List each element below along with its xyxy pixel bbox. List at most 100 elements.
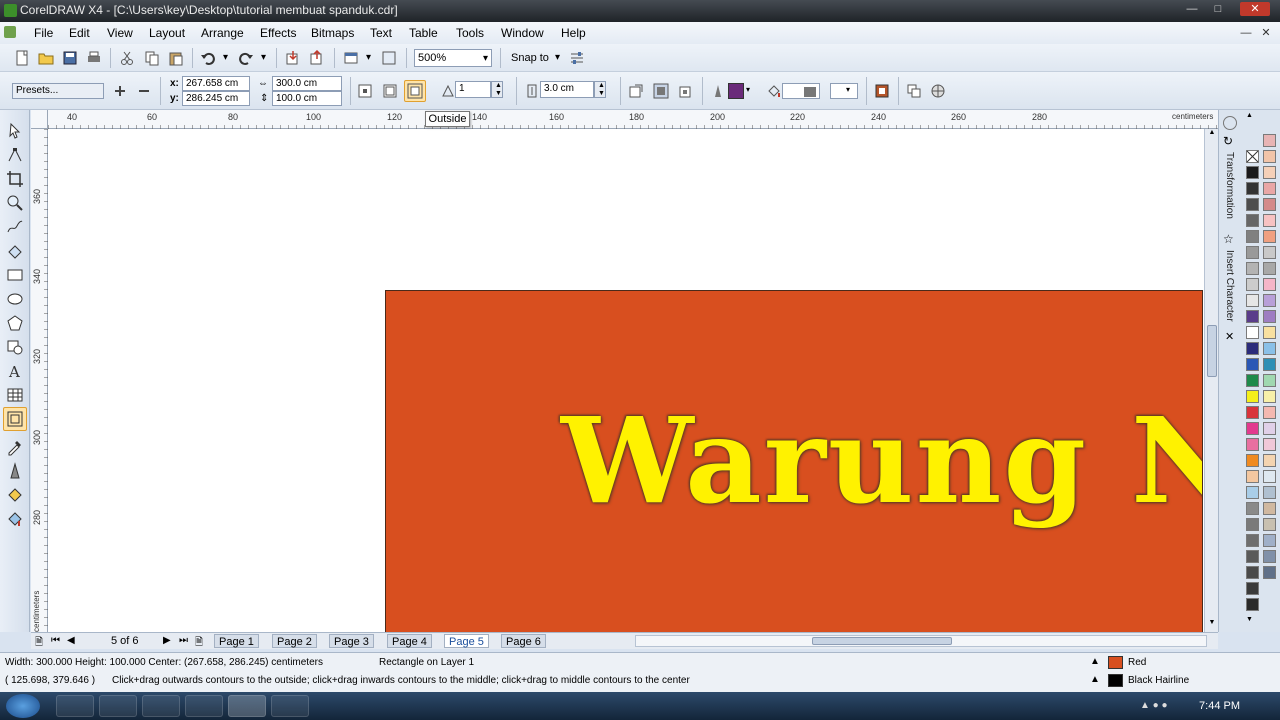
horizontal-ruler[interactable]: 40 60 80 100 120 140 160 180 200 220 240…: [48, 110, 1218, 129]
color-swatch[interactable]: [1246, 550, 1259, 563]
ellipse-tool-icon[interactable]: [6, 290, 24, 308]
color-swatch[interactable]: [1246, 294, 1259, 307]
color-swatch[interactable]: [1246, 422, 1259, 435]
color-swatch[interactable]: [1246, 278, 1259, 291]
width-input[interactable]: 300.0 cm: [272, 76, 342, 91]
previous-page-icon[interactable]: ◀: [67, 635, 75, 646]
color-swatch[interactable]: [1263, 230, 1276, 243]
ruler-corner[interactable]: [31, 110, 48, 129]
clear-contour-icon[interactable]: [906, 83, 922, 99]
fill-status-swatch[interactable]: [1108, 656, 1123, 669]
redo-dropdown-icon[interactable]: ▾: [261, 52, 266, 63]
y-position-input[interactable]: 286.245 cm: [182, 91, 250, 106]
menu-table[interactable]: Table: [409, 26, 438, 40]
color-swatch[interactable]: [1263, 214, 1276, 227]
application-launcher-icon[interactable]: [343, 50, 359, 66]
snap-dropdown-icon[interactable]: ▾: [555, 52, 560, 63]
offset-spinner[interactable]: ▲ ▼: [594, 81, 606, 98]
palette-scroll-down-icon[interactable]: ▼: [1246, 616, 1253, 623]
color-swatch[interactable]: [1246, 534, 1259, 547]
x-position-input[interactable]: 267.658 cm: [182, 76, 250, 91]
taskbar-coreldraw[interactable]: [228, 695, 266, 717]
maximize-icon[interactable]: □: [1208, 2, 1228, 16]
menu-arrange[interactable]: Arrange: [201, 26, 244, 40]
color-swatch[interactable]: [1246, 438, 1259, 451]
color-swatch[interactable]: [1263, 150, 1276, 163]
paste-icon[interactable]: [168, 50, 184, 66]
menu-effects[interactable]: Effects: [260, 26, 296, 40]
menu-layout[interactable]: Layout: [149, 26, 185, 40]
taskbar-app-4[interactable]: [185, 695, 223, 717]
color-swatch[interactable]: [1263, 310, 1276, 323]
menu-bitmaps[interactable]: Bitmaps: [311, 26, 354, 40]
basic-shapes-tool-icon[interactable]: [6, 338, 24, 356]
vertical-ruler[interactable]: 360 340 320 300 280 centimeters: [31, 129, 48, 632]
outline-tool-icon[interactable]: [6, 462, 24, 480]
tab-insert-character[interactable]: Insert Character: [1224, 250, 1235, 322]
page-tab-5[interactable]: Page 5: [444, 634, 489, 648]
color-swatch[interactable]: [1246, 326, 1259, 339]
color-swatch[interactable]: [1263, 502, 1276, 515]
tray-icons[interactable]: ▲ ● ●: [1140, 700, 1168, 711]
scroll-up-icon[interactable]: ▲: [1207, 129, 1217, 139]
color-swatch[interactable]: [1246, 390, 1259, 403]
zoom-level-select[interactable]: 500%: [414, 49, 492, 67]
color-swatch[interactable]: [1263, 518, 1276, 531]
undo-icon[interactable]: [200, 50, 216, 66]
color-swatch[interactable]: [1246, 198, 1259, 211]
inside-icon[interactable]: [382, 83, 398, 99]
fill-color-picker-icon[interactable]: [802, 83, 818, 99]
banner-rectangle[interactable]: Warung N: [385, 290, 1203, 632]
taskbar-app-1[interactable]: [56, 695, 94, 717]
color-swatch[interactable]: [1246, 598, 1259, 611]
taskbar-browser[interactable]: [142, 695, 180, 717]
color-swatch[interactable]: [1246, 166, 1259, 179]
interactive-tool-button[interactable]: [3, 407, 27, 431]
insert-character-icon[interactable]: ☆: [1223, 232, 1237, 246]
clock[interactable]: 7:44 PM: [1199, 700, 1240, 712]
zoom-tool-icon[interactable]: [6, 194, 24, 212]
doc-close-icon[interactable]: ✕: [1256, 26, 1276, 40]
horizontal-scroll-thumb[interactable]: [812, 637, 952, 645]
color-swatch[interactable]: [1263, 262, 1276, 275]
color-swatch[interactable]: [1246, 358, 1259, 371]
remove-preset-icon[interactable]: [136, 83, 152, 99]
color-swatch[interactable]: [1246, 230, 1259, 243]
new-document-icon[interactable]: [14, 50, 30, 66]
color-swatch[interactable]: [1263, 454, 1276, 467]
pick-tool-icon[interactable]: [6, 122, 24, 140]
options-icon[interactable]: [569, 50, 585, 66]
color-swatch[interactable]: [1246, 374, 1259, 387]
doc-minimize-icon[interactable]: —: [1236, 26, 1256, 40]
color-swatch[interactable]: [1246, 566, 1259, 579]
color-swatch[interactable]: [1263, 566, 1276, 579]
smart-fill-tool-icon[interactable]: [6, 242, 24, 260]
vertical-scrollbar[interactable]: ▲ ▼: [1204, 129, 1218, 632]
drawing-canvas[interactable]: Warung N: [48, 129, 1204, 632]
interactive-fill-tool-icon[interactable]: [6, 510, 24, 528]
color-swatch[interactable]: [1263, 390, 1276, 403]
color-swatch[interactable]: [1263, 438, 1276, 451]
minimize-icon[interactable]: —: [1182, 2, 1202, 16]
presets-select[interactable]: Presets...: [12, 83, 104, 99]
add-preset-icon[interactable]: [112, 83, 128, 99]
menu-text[interactable]: Text: [370, 26, 392, 40]
menu-view[interactable]: View: [107, 26, 133, 40]
web-settings-icon[interactable]: [930, 83, 946, 99]
outside-button[interactable]: [404, 80, 426, 102]
taskbar-app-6[interactable]: [271, 695, 309, 717]
to-center-icon[interactable]: [357, 83, 373, 99]
clockwise-color-icon[interactable]: [653, 83, 669, 99]
color-swatch[interactable]: [1263, 166, 1276, 179]
color-swatch[interactable]: [1246, 486, 1259, 499]
color-swatch[interactable]: [1246, 470, 1259, 483]
copy-icon[interactable]: [144, 50, 160, 66]
color-swatch[interactable]: [1263, 422, 1276, 435]
eyedropper-tool-icon[interactable]: [6, 438, 24, 456]
page-tab-1[interactable]: Page 1: [214, 634, 259, 648]
banner-text[interactable]: Warung N: [561, 391, 1202, 530]
color-swatch[interactable]: [1246, 342, 1259, 355]
page-tab-6[interactable]: Page 6: [501, 634, 546, 648]
page-tab-4[interactable]: Page 4: [387, 634, 432, 648]
welcome-screen-icon[interactable]: [381, 50, 397, 66]
